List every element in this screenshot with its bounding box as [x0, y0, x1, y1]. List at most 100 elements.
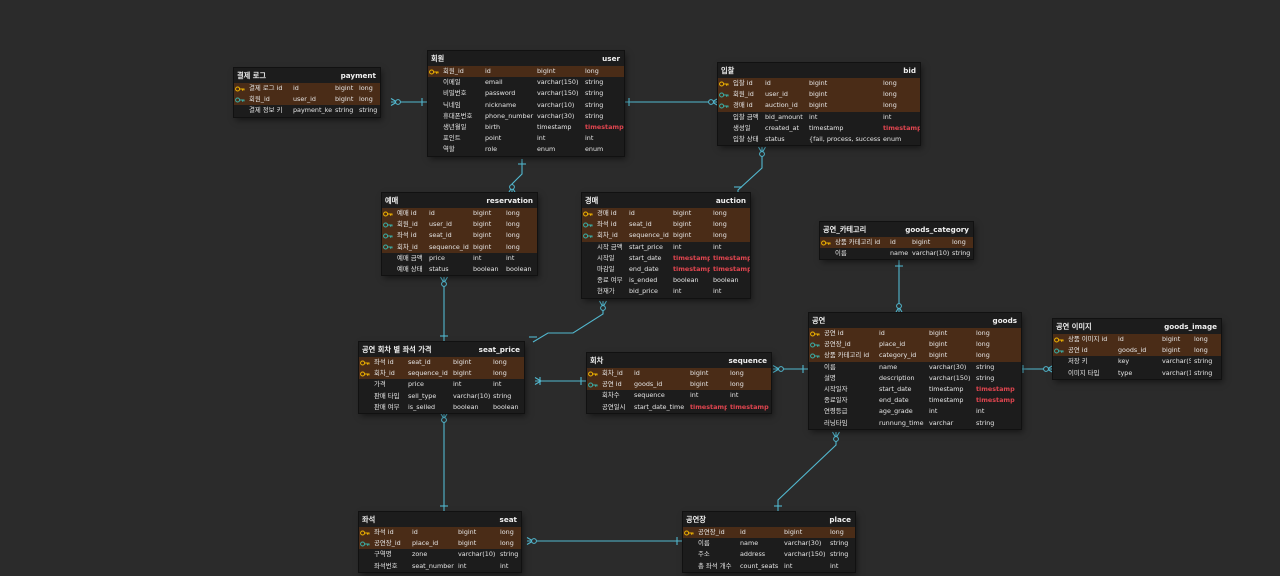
column-db-type: timestamp	[929, 396, 964, 405]
table-row[interactable]: 입찰 id id bigint long	[718, 78, 920, 90]
table-row[interactable]: 시작 금액 start_price int int	[582, 241, 750, 253]
table-row[interactable]: 시작일자 start_date timestamp timestamp	[809, 383, 1021, 396]
table-row[interactable]: 주소 address varchar(150) string	[683, 549, 855, 561]
column-name: bid_price	[629, 287, 658, 296]
table-row[interactable]: 이메일 email varchar(150) string	[428, 77, 624, 89]
table-row[interactable]: 가격 price int int	[359, 379, 524, 391]
table-row[interactable]: 종료 여부 is_ended boolean boolean	[582, 275, 750, 287]
table-row[interactable]: 좌석 id seat_id bigint long	[359, 357, 524, 369]
column-db-type: bigint	[458, 539, 477, 548]
column-db-type: bigint	[453, 358, 472, 367]
table-header[interactable]: 공연 회차 별 좌석 가격 seat_price	[359, 342, 524, 357]
table-row[interactable]: 좌석 id seat_id bigint long	[582, 219, 750, 231]
table-row[interactable]: 생년월일 birth timestamp timestamp	[428, 121, 624, 134]
table-row[interactable]: 회차_id id bigInt long	[587, 368, 771, 380]
table-row[interactable]: 구역명 zone varchar(10) string	[359, 549, 521, 561]
link-auction-seatprice	[532, 301, 604, 343]
table-title-ko: 회원	[431, 54, 445, 63]
table-row[interactable]: 현재가 bid_price int int	[582, 286, 750, 298]
table-row[interactable]: 저장 키 key varchar(50)string	[1053, 356, 1221, 368]
table-row[interactable]: 예매 금액 price int int	[382, 252, 537, 264]
table-row[interactable]: 회원_id user_id bigInt long	[234, 94, 380, 106]
table-header[interactable]: 입찰 bid	[718, 63, 920, 78]
table-row[interactable]: 경매 id auction_id bigint long	[718, 100, 920, 112]
table-row[interactable]: 이미지 타입 type varchar(10)string	[1053, 367, 1221, 379]
table-row[interactable]: 비밀번호 password varchar(150) string	[428, 88, 624, 100]
table-row[interactable]: 공연일시 start_date_time timestamp timestamp	[587, 401, 771, 413]
table-row[interactable]: 결제 로그 id id bigint long	[234, 83, 380, 95]
table-row[interactable]: 입찰 금액 bid_amount int int	[718, 111, 920, 123]
table-row[interactable]: 회원_id id bigInt long	[428, 66, 624, 78]
table-auction[interactable]: 경매 auction 경매 id id bigint long 좌석 id seat_id bi…	[582, 193, 750, 298]
table-header[interactable]: 예매 reservation	[382, 193, 537, 208]
table-row[interactable]: 경매 id id bigint long	[582, 208, 750, 220]
table-place[interactable]: 공연장 place 공연장_id id bigint long 이름 name varchar(…	[683, 512, 855, 572]
table-goods[interactable]: 공연 goods 공연 id id bigint long 공연장_id place_id bi…	[809, 313, 1021, 429]
table-row[interactable]: 회차_id sequence_id bigint long	[382, 241, 537, 253]
table-reservation[interactable]: 예매 reservation 예매 id id bigint long 회원_id user_…	[382, 193, 537, 276]
table-row[interactable]: 회차_id sequence_id bigint long	[582, 230, 750, 242]
table-row[interactable]: 이름 name varchar(30) string	[809, 361, 1021, 373]
table-row[interactable]: 휴대폰번호 phone_number varchar(30) string	[428, 110, 624, 122]
table-row[interactable]: 좌석 id seat_id bigint long	[382, 230, 537, 242]
table-row[interactable]: 공연 id goods_id bigint long	[587, 379, 771, 391]
table-row[interactable]: 이름 name varchar(10) string	[820, 248, 973, 260]
table-header[interactable]: 공연 이미지 goods_image	[1053, 319, 1221, 334]
column-korean-name: 예매 상태	[397, 265, 423, 274]
table-goods-image[interactable]: 공연 이미지 goods_image 상품 이미지 id id bigint long 공연…	[1053, 319, 1221, 379]
table-sequence[interactable]: 회차 sequence 회차_id id bigInt long 공연 id goods_id…	[587, 353, 771, 413]
column-name: sell_type	[408, 391, 437, 400]
column-java-type: int	[830, 561, 839, 570]
table-payment[interactable]: 결제 로그 payment 결제 로그 id id bigint long 회원_id use…	[234, 68, 380, 117]
table-row[interactable]: 예매 id id bigint long	[382, 208, 537, 220]
table-row[interactable]: 좌석번호 seat_number int int	[359, 560, 521, 572]
table-row[interactable]: 결제 정보 키 payment_key string string	[234, 105, 380, 117]
table-row[interactable]: 생성일 created_at timestamp timestamp	[718, 122, 920, 134]
table-row[interactable]: 마감일 end_date timestamp timestamp	[582, 263, 750, 276]
table-row[interactable]: 러닝타임 runnung_time varchar string	[809, 417, 1021, 429]
table-header[interactable]: 공연_카테고리 goods_category	[820, 222, 973, 237]
table-row[interactable]: 포인트 point int int	[428, 133, 624, 145]
table-row[interactable]: 종료일자 end_date timestamp timestamp	[809, 395, 1021, 407]
table-header[interactable]: 회차 sequence	[587, 353, 771, 368]
table-row[interactable]: 회원_id user_id bigint long	[382, 219, 537, 231]
table-row[interactable]: 예매 상태 status boolean boolean	[382, 263, 537, 276]
table-seat[interactable]: 좌석 seat 좌석 id id bigint long 공연장_id place_id big…	[359, 512, 521, 572]
table-row[interactable]: 공연 id goods_id bigint long	[1053, 345, 1221, 357]
table-row[interactable]: 역할 role enum enum	[428, 144, 624, 156]
table-row[interactable]: 판매 타입 sell_type varchar(10) string	[359, 390, 524, 402]
table-header[interactable]: 경매 auction	[582, 193, 750, 208]
table-row[interactable]: 상품 카테고리 id category_id bigint long	[809, 350, 1021, 362]
table-bid[interactable]: 입찰 bid 입찰 id id bigint long 회원_id user_id bigint…	[718, 63, 920, 146]
table-row[interactable]: 설명 description varchar(150) string	[809, 372, 1021, 384]
table-row[interactable]: 공연장_id place_id bigint long	[359, 538, 521, 550]
optional-ring	[600, 305, 606, 311]
table-row[interactable]: 닉네임 nickname varchar(10) string	[428, 99, 624, 111]
table-header[interactable]: 회원 user	[428, 51, 624, 66]
column-korean-name: 러닝타임	[824, 418, 848, 427]
table-row[interactable]: 상품 이미지 id id bigint long	[1053, 334, 1221, 346]
table-header[interactable]: 공연 goods	[809, 313, 1021, 328]
column-db-type: bigint	[473, 231, 492, 240]
table-row[interactable]: 회원_id user_id bigint long	[718, 89, 920, 101]
table-row[interactable]: 회차_id sequence_id bigInt long	[359, 368, 524, 380]
table-goods-category[interactable]: 공연_카테고리 goods_category 상품 카테고리 id id bigint l…	[820, 222, 973, 260]
table-row[interactable]: 입찰 상태 status {fail, process, success} enum	[718, 133, 920, 146]
table-seat-price[interactable]: 공연 회차 별 좌석 가격 seat_price 좌석 id seat_id bigin…	[359, 342, 524, 413]
table-header[interactable]: 좌석 seat	[359, 512, 521, 527]
table-row[interactable]: 상품 카테고리 id id bigint long	[820, 237, 973, 249]
table-row[interactable]: 이름 name varchar(30) string	[683, 538, 855, 550]
table-row[interactable]: 좌석 id id bigint long	[359, 527, 521, 539]
table-row[interactable]: 공연장_id place_id bigint long	[809, 339, 1021, 351]
table-row[interactable]: 회차수 sequence int int	[587, 390, 771, 402]
table-header[interactable]: 결제 로그 payment	[234, 68, 380, 83]
table-header[interactable]: 공연장 place	[683, 512, 855, 527]
table-row[interactable]: 총 좌석 개수 count_seats int int	[683, 560, 855, 572]
table-row[interactable]: 연령등급 age_grade int int	[809, 406, 1021, 418]
table-row[interactable]: 공연 id id bigint long	[809, 328, 1021, 340]
table-row[interactable]: 공연장_id id bigint long	[683, 527, 855, 539]
column-korean-name: 예매 금액	[397, 253, 423, 262]
table-row[interactable]: 시작일 start_date timestamp timestamp	[582, 252, 750, 264]
table-row[interactable]: 판매 여부 is_selled boolean boolean	[359, 401, 524, 413]
table-user[interactable]: 회원 user 회원_id id bigInt long 이메일 email varchar(1…	[428, 51, 624, 156]
